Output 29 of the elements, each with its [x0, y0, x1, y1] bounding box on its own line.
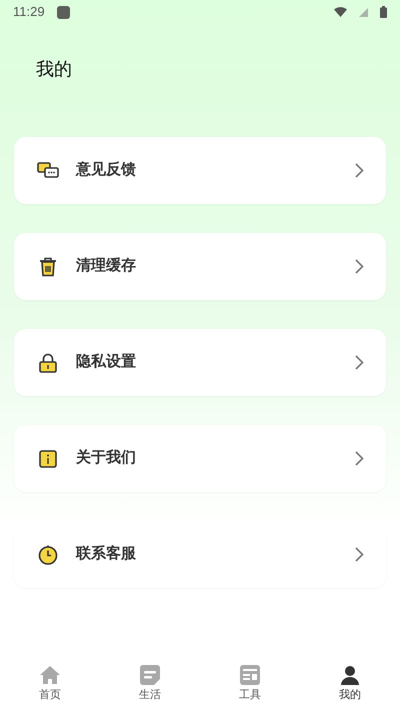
- home-icon: [39, 664, 61, 685]
- chat-bubbles-icon: [37, 162, 59, 180]
- tab-bar-item[interactable]: 生活: [100, 664, 200, 704]
- wifi-icon: [334, 7, 347, 17]
- signal-icon: [359, 8, 368, 16]
- tab-bar-item[interactable]: 工具: [200, 664, 300, 704]
- person-icon: [340, 664, 360, 685]
- note-icon: [140, 664, 160, 685]
- menu-item[interactable]: 隐私设置: [14, 329, 386, 396]
- chevron-right-icon: [355, 163, 364, 178]
- battery-icon: [380, 6, 387, 18]
- menu-item[interactable]: 清理缓存: [14, 233, 386, 300]
- notification-icon: [56, 6, 70, 18]
- menu-item[interactable]: 意见反馈: [14, 137, 386, 204]
- chevron-right-icon: [355, 355, 364, 370]
- page-title: 我的: [36, 58, 72, 81]
- chevron-right-icon: [355, 259, 364, 274]
- status-time: 11:29: [13, 3, 45, 22]
- info-icon: [39, 450, 57, 468]
- chevron-right-icon: [355, 451, 364, 466]
- chevron-right-icon: [355, 547, 364, 562]
- trash-can-icon: [39, 256, 57, 276]
- menu-item[interactable]: 联系客服: [14, 521, 386, 588]
- menu-item[interactable]: 关于我们: [14, 425, 386, 492]
- tab-bar-item[interactable]: 首页: [0, 664, 100, 704]
- tab-bar-item[interactable]: 我的: [300, 664, 400, 704]
- clock-icon: [38, 544, 58, 564]
- toolbox-icon: [240, 664, 260, 685]
- padlock-icon: [39, 352, 57, 372]
